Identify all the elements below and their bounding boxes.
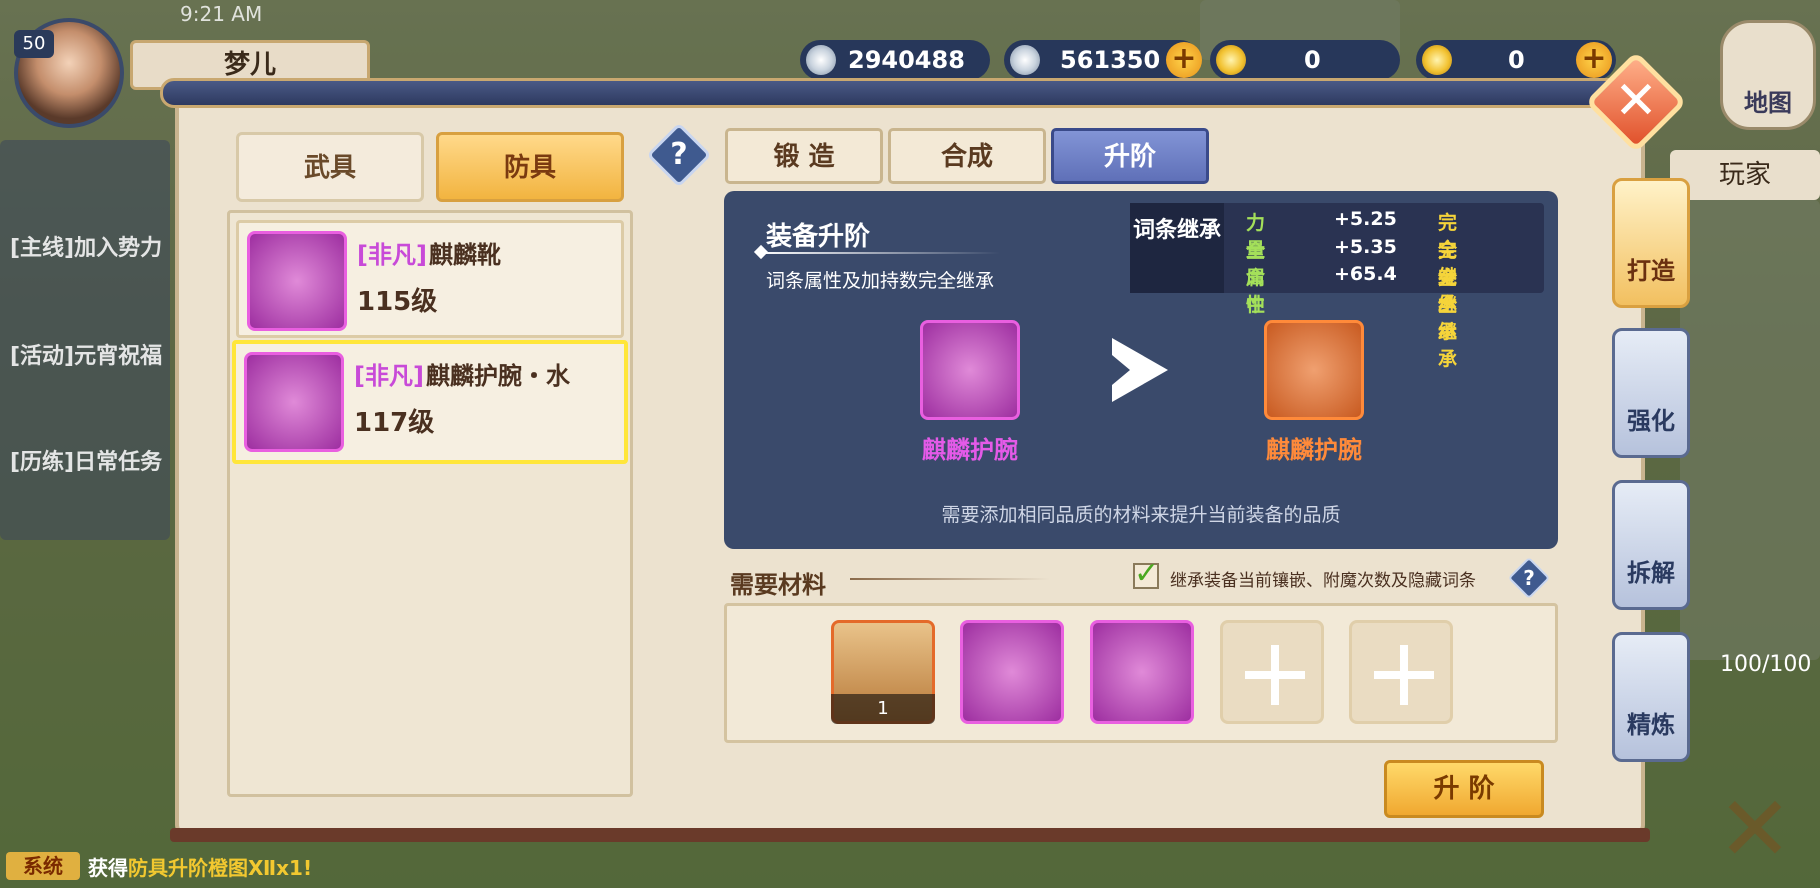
- currency-silver-2: 561350 +: [1004, 40, 1202, 80]
- gold-coin-icon: [1422, 45, 1452, 75]
- status-time: 9:21 AM: [180, 2, 263, 26]
- hp-counter: 100/100: [1720, 652, 1812, 677]
- side-tab-forge[interactable]: 打造: [1612, 178, 1690, 308]
- upgraded-equipment-icon[interactable]: [1264, 320, 1364, 420]
- map-button[interactable]: 地图: [1720, 20, 1816, 130]
- inherit-option-label: 继承装备当前镶嵌、附魔次数及隐藏词条: [1170, 571, 1476, 591]
- title-underline: [760, 252, 1000, 254]
- panel-bottom-bar: [170, 828, 1650, 842]
- current-equipment-name: 麒麟护腕: [922, 436, 1018, 464]
- list-item-boots[interactable]: [非凡] 麒麟靴 115级: [236, 220, 624, 338]
- game-screen: [主线]加入势力 [活动]元宵祝福 [历练]日常任务 9:21 AM 50 梦儿…: [0, 0, 1820, 888]
- add-currency-button[interactable]: +: [1166, 42, 1202, 78]
- question-icon[interactable]: ?: [656, 132, 702, 178]
- silver-coin-icon: [806, 45, 836, 75]
- tab-forge[interactable]: 锻 造: [725, 128, 883, 184]
- tab-armor[interactable]: 防具: [436, 132, 624, 202]
- quest-text-daily: [历练]日常任务: [10, 450, 163, 475]
- materials-underline: [850, 578, 1050, 580]
- gold-coin-icon: [1216, 45, 1246, 75]
- upgrade-note: 需要添加相同品质的材料来提升当前装备的品质: [941, 504, 1341, 526]
- material-slot-empty[interactable]: [1349, 620, 1453, 724]
- currency-gold-1: 0: [1210, 40, 1400, 80]
- side-tab-refine[interactable]: 精炼: [1612, 632, 1690, 762]
- upgrade-button[interactable]: 升 阶: [1384, 760, 1544, 818]
- currency-silver-1: 2940488: [800, 40, 990, 80]
- plus-icon: [1245, 645, 1305, 705]
- player-level-badge: 50: [14, 30, 54, 58]
- players-tab[interactable]: 玩家: [1670, 150, 1820, 200]
- upgraded-equipment-name: 麒麟护腕: [1266, 436, 1362, 464]
- materials-title: 需要材料: [730, 571, 826, 599]
- tab-upgrade[interactable]: 升阶: [1051, 128, 1209, 184]
- side-tab-strengthen[interactable]: 强化: [1612, 328, 1690, 458]
- material-count: 1: [831, 694, 935, 724]
- quest-text-event: [活动]元宵祝福: [10, 344, 163, 369]
- silver-coin-icon: [1010, 45, 1040, 75]
- currency-gold-2: 0 +: [1416, 40, 1616, 80]
- list-item-bracer[interactable]: [非凡] 麒麟护腕・水 117级: [232, 340, 628, 464]
- side-tab-dismantle[interactable]: 拆解: [1612, 480, 1690, 610]
- material-slot-empty[interactable]: [1220, 620, 1324, 724]
- chat-message: 获得防具升阶橙图Ⅻx1!: [88, 856, 313, 880]
- battle-close-icon[interactable]: ✕: [1700, 780, 1810, 880]
- checkmark-icon[interactable]: ✓: [1134, 556, 1159, 591]
- panel-top-bar: [160, 78, 1660, 108]
- material-slot-ring[interactable]: [1090, 620, 1194, 724]
- bracer-icon: [244, 352, 344, 452]
- stat-inherit-label: 词条继承: [1130, 203, 1224, 293]
- current-equipment-icon[interactable]: [920, 320, 1020, 420]
- upgrade-subtitle: 词条属性及加持数完全继承: [766, 270, 995, 292]
- system-tag: 系统: [6, 852, 80, 880]
- upgrade-title: 装备升阶: [766, 222, 871, 252]
- question-icon[interactable]: ?: [1514, 563, 1544, 593]
- boots-icon: [247, 231, 347, 331]
- plus-icon: [1374, 645, 1434, 705]
- tab-weapon[interactable]: 武具: [236, 132, 424, 202]
- material-slot-necklace[interactable]: [960, 620, 1064, 724]
- quest-text-main: [主线]加入势力: [10, 236, 163, 261]
- tab-combine[interactable]: 合成: [888, 128, 1046, 184]
- close-icon[interactable]: ✕: [1600, 66, 1672, 138]
